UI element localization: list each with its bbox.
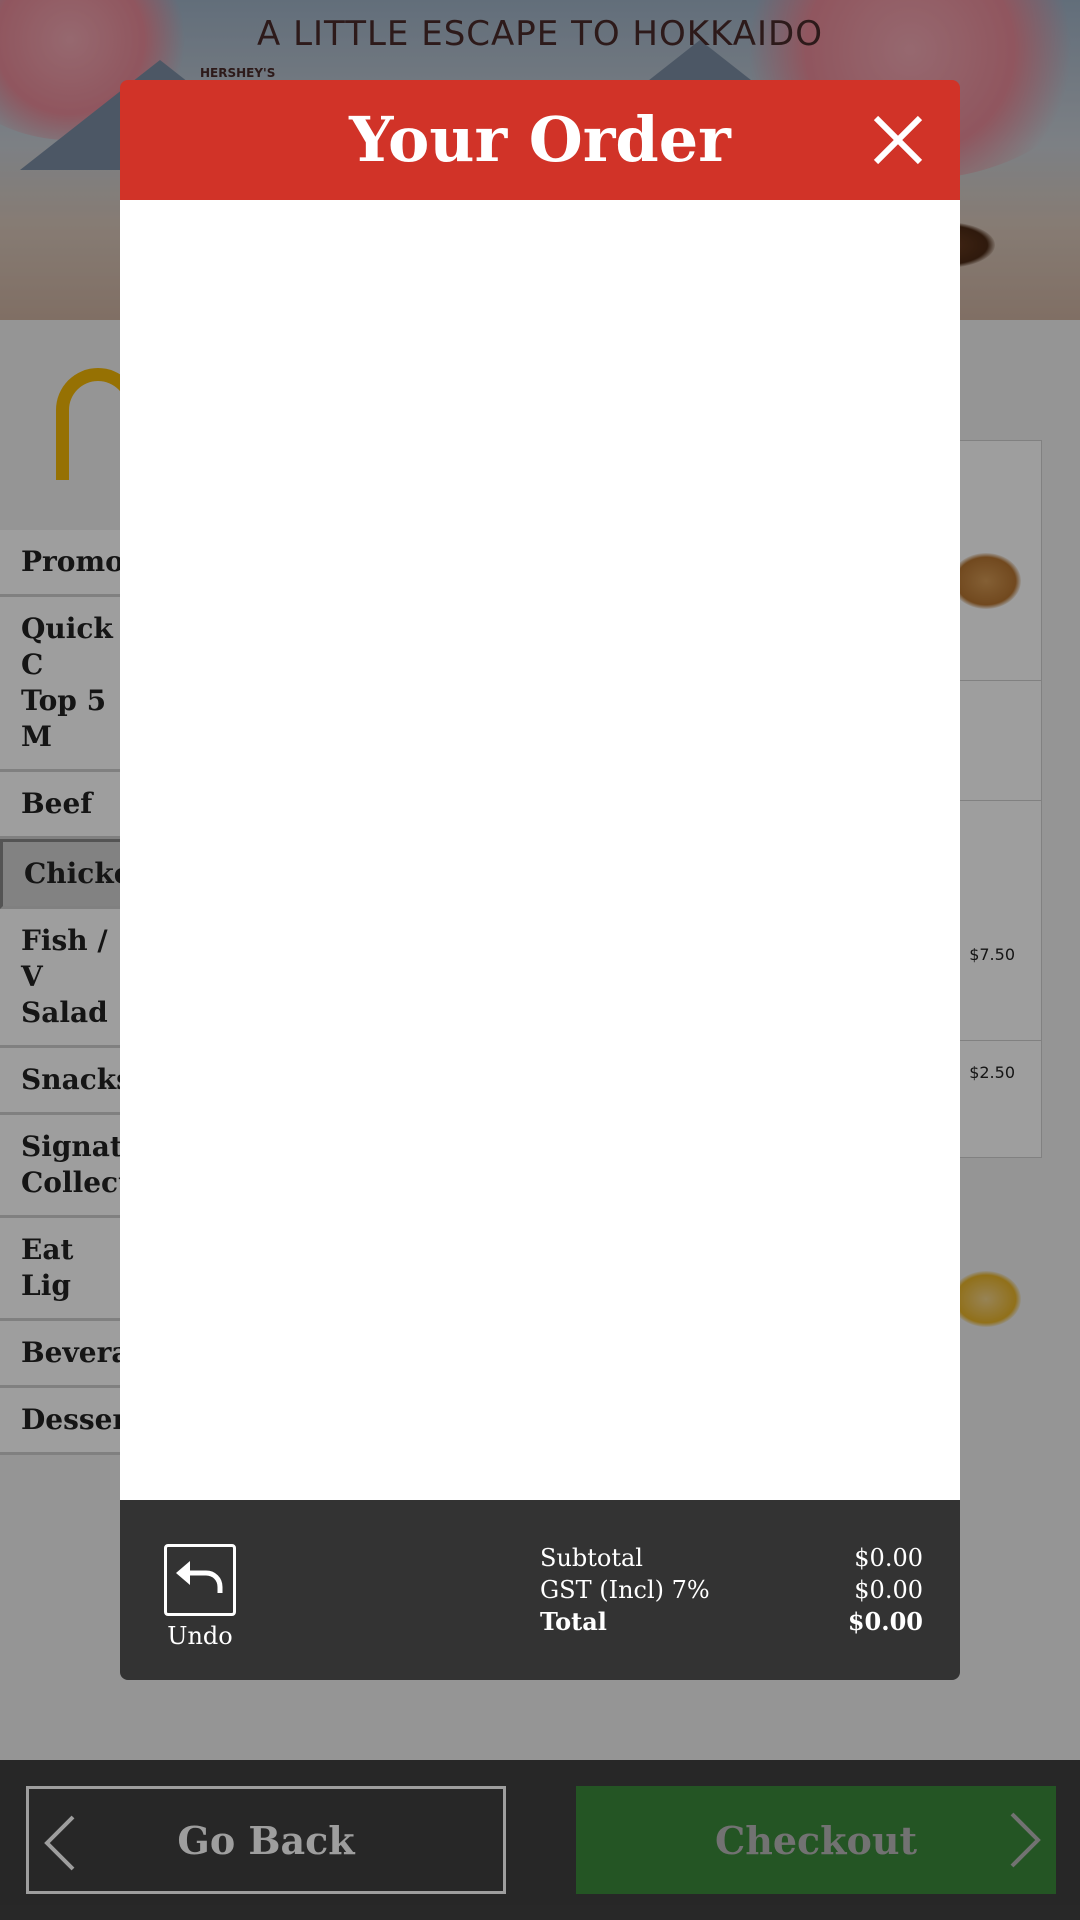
gst-row: GST (Incl) 7% $0.00 xyxy=(540,1574,923,1606)
modal-title: Your Order xyxy=(349,103,731,176)
undo-label: Undo xyxy=(167,1622,233,1650)
order-items-list xyxy=(120,200,960,1500)
gst-value: $0.00 xyxy=(854,1576,923,1604)
gst-label: GST (Incl) 7% xyxy=(540,1576,710,1604)
subtotal-label: Subtotal xyxy=(540,1544,643,1572)
modal-footer: Undo Subtotal $0.00 GST (Incl) 7% $0.00 … xyxy=(120,1500,960,1680)
close-icon xyxy=(873,115,923,165)
undo-icon xyxy=(176,1561,223,1593)
subtotal-row: Subtotal $0.00 xyxy=(540,1542,923,1574)
undo-button[interactable]: Undo xyxy=(160,1544,240,1650)
subtotal-value: $0.00 xyxy=(854,1544,923,1572)
modal-header: Your Order xyxy=(120,80,960,200)
total-row: Total $0.00 xyxy=(540,1606,923,1638)
total-label: Total xyxy=(540,1607,607,1636)
total-value: $0.00 xyxy=(847,1607,923,1636)
order-totals: Subtotal $0.00 GST (Incl) 7% $0.00 Total… xyxy=(540,1542,923,1638)
order-modal: Your Order Undo Subtotal $0.00 GST (Incl… xyxy=(120,80,960,1680)
close-button[interactable] xyxy=(866,108,930,172)
